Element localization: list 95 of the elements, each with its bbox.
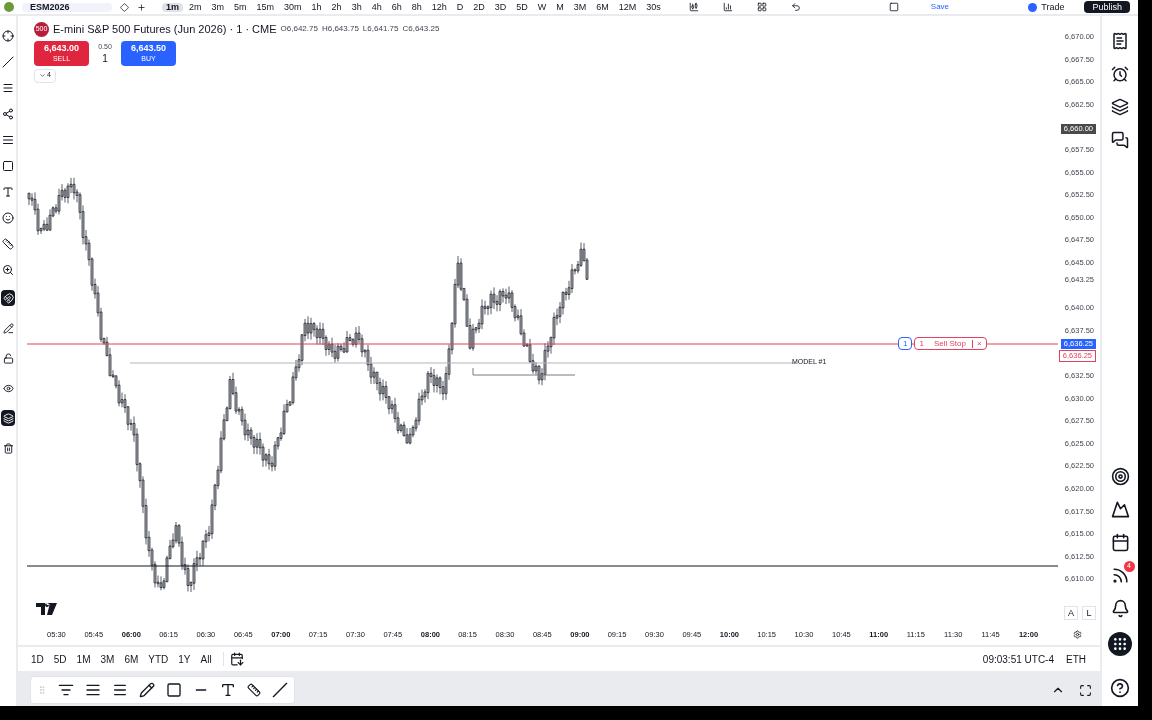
interval-tab[interactable]: 30s	[642, 2, 665, 12]
interval-tab[interactable]: 8h	[407, 2, 426, 12]
symbol-search[interactable]: ESM2026	[22, 2, 112, 12]
ohlc-value: L6,641.75	[362, 23, 399, 36]
candles-icon[interactable]	[688, 2, 699, 12]
calendar-icon[interactable]	[229, 652, 244, 666]
interval-tab[interactable]: 1m	[162, 2, 183, 12]
levels-icon[interactable]	[2, 134, 14, 146]
lines-icon[interactable]	[2, 82, 14, 94]
indicators-icon[interactable]	[722, 2, 733, 12]
text-icon[interactable]	[2, 186, 14, 198]
diamond-icon[interactable]	[120, 2, 129, 12]
pencil-icon[interactable]	[1, 320, 15, 336]
trade-button[interactable]: Trade	[1041, 2, 1065, 12]
interval-tab[interactable]: 12M	[614, 2, 641, 12]
range-button[interactable]: 1D	[26, 651, 49, 667]
save-button[interactable]: Save	[930, 3, 950, 11]
zoom-in-icon[interactable]	[2, 264, 14, 276]
interval-tab[interactable]: 6M	[592, 2, 613, 12]
order-type: Sell Stop	[932, 339, 967, 348]
interval-tab[interactable]: 3m	[207, 2, 229, 12]
range-button[interactable]: All	[195, 651, 217, 667]
help-icon[interactable]	[1110, 678, 1130, 698]
order-label[interactable]: 1 Sell Stop ×	[914, 337, 987, 350]
bell-icon[interactable]	[1110, 599, 1130, 618]
crosshair-icon[interactable]	[2, 30, 14, 42]
undo-icon[interactable]	[790, 2, 801, 12]
layers-icon[interactable]	[1111, 98, 1129, 116]
interval-tab[interactable]: 3h	[347, 2, 366, 12]
maximize-icon[interactable]	[1079, 683, 1092, 697]
interval-tab[interactable]: 12h	[427, 2, 451, 12]
apps-icon[interactable]	[1108, 632, 1132, 656]
interval-tab[interactable]: 5D	[512, 2, 532, 12]
trend-line-tool-icon[interactable]	[272, 682, 288, 698]
range-button[interactable]: 6M	[119, 651, 144, 667]
watchlist-icon[interactable]	[1111, 32, 1129, 50]
interval-tab[interactable]: 2D	[469, 2, 489, 12]
quantity-value[interactable]: 1	[102, 53, 108, 64]
window-icon[interactable]	[888, 2, 899, 12]
interval-tab[interactable]: 5m	[230, 2, 251, 12]
drag-handle-icon[interactable]	[37, 685, 47, 695]
calendar-icon[interactable]	[1110, 533, 1130, 552]
interval-tab[interactable]: 30m	[280, 2, 306, 12]
add-symbol-icon[interactable]	[137, 2, 146, 12]
unlock-icon[interactable]	[1, 350, 15, 366]
settings-icon[interactable]	[1073, 630, 1082, 639]
range-button[interactable]: 1M	[71, 651, 96, 667]
trade-icon[interactable]	[1028, 2, 1038, 12]
layout-icon[interactable]	[756, 2, 767, 12]
session-button[interactable]: ETH	[1066, 651, 1086, 667]
interval-tab[interactable]: 1h	[307, 2, 326, 12]
ohlc-value: O6,642.75	[280, 23, 318, 36]
text-tool-icon[interactable]	[220, 682, 236, 698]
chevron-down-icon	[39, 72, 47, 79]
smiley-icon[interactable]	[2, 212, 14, 224]
ruler-icon[interactable]	[2, 238, 14, 250]
interval-tab[interactable]: 2h	[327, 2, 346, 12]
interval-tab[interactable]: 3D	[490, 2, 511, 12]
mountain-icon[interactable]	[1110, 500, 1130, 519]
range-button[interactable]: 3M	[95, 651, 120, 667]
brush-tool-icon[interactable]	[139, 682, 155, 698]
rectangle-tool-icon[interactable]	[166, 682, 182, 698]
order-quantity: 1	[918, 339, 925, 348]
alarm-clock-icon[interactable]	[1111, 65, 1129, 83]
range-button[interactable]: YTD	[143, 651, 174, 667]
interval-tab[interactable]: W	[533, 2, 551, 12]
target-icon[interactable]	[1110, 467, 1130, 486]
avatar-icon[interactable]	[4, 2, 14, 12]
logo-icon[interactable]	[36, 603, 60, 615]
cancel-order-button[interactable]: ×	[971, 339, 986, 348]
rss-icon[interactable]	[1110, 566, 1130, 585]
scale-button[interactable]: L	[1082, 606, 1096, 620]
trend-line-icon[interactable]	[2, 56, 14, 68]
order-quantity-handle[interactable]: 1	[898, 337, 913, 350]
trash-icon[interactable]	[1, 440, 15, 456]
layers-icon[interactable]	[1, 410, 15, 426]
interval-tab[interactable]: 15m	[252, 2, 279, 12]
interval-tab[interactable]: 2m	[185, 2, 206, 12]
publish-button[interactable]: Publish	[1084, 1, 1130, 13]
interval-tab[interactable]: 4h	[367, 2, 386, 12]
interval-tab[interactable]: 3M	[569, 2, 591, 12]
rectangle-icon[interactable]	[2, 160, 14, 172]
clock-text: 09:03:51 UTC-4	[982, 652, 1054, 667]
ohlc-value: H6,643.75	[321, 23, 359, 36]
interval-tab[interactable]: D	[452, 2, 468, 12]
interval-tab[interactable]: 6h	[387, 2, 406, 12]
interval-tab[interactable]: M	[552, 2, 568, 12]
range-button[interactable]: 5D	[48, 651, 72, 667]
symbol-title: E-mini S&P 500 Futures (Jun 2026) · 1 · CME	[53, 22, 277, 37]
magnet-icon[interactable]	[1, 290, 15, 306]
chat-icon[interactable]	[1111, 131, 1129, 149]
nodes-icon[interactable]	[2, 108, 14, 120]
scale-button[interactable]: A	[1064, 606, 1078, 620]
range-button[interactable]: 1Y	[173, 651, 196, 667]
ohlc-value: C6,643.25	[402, 23, 440, 36]
